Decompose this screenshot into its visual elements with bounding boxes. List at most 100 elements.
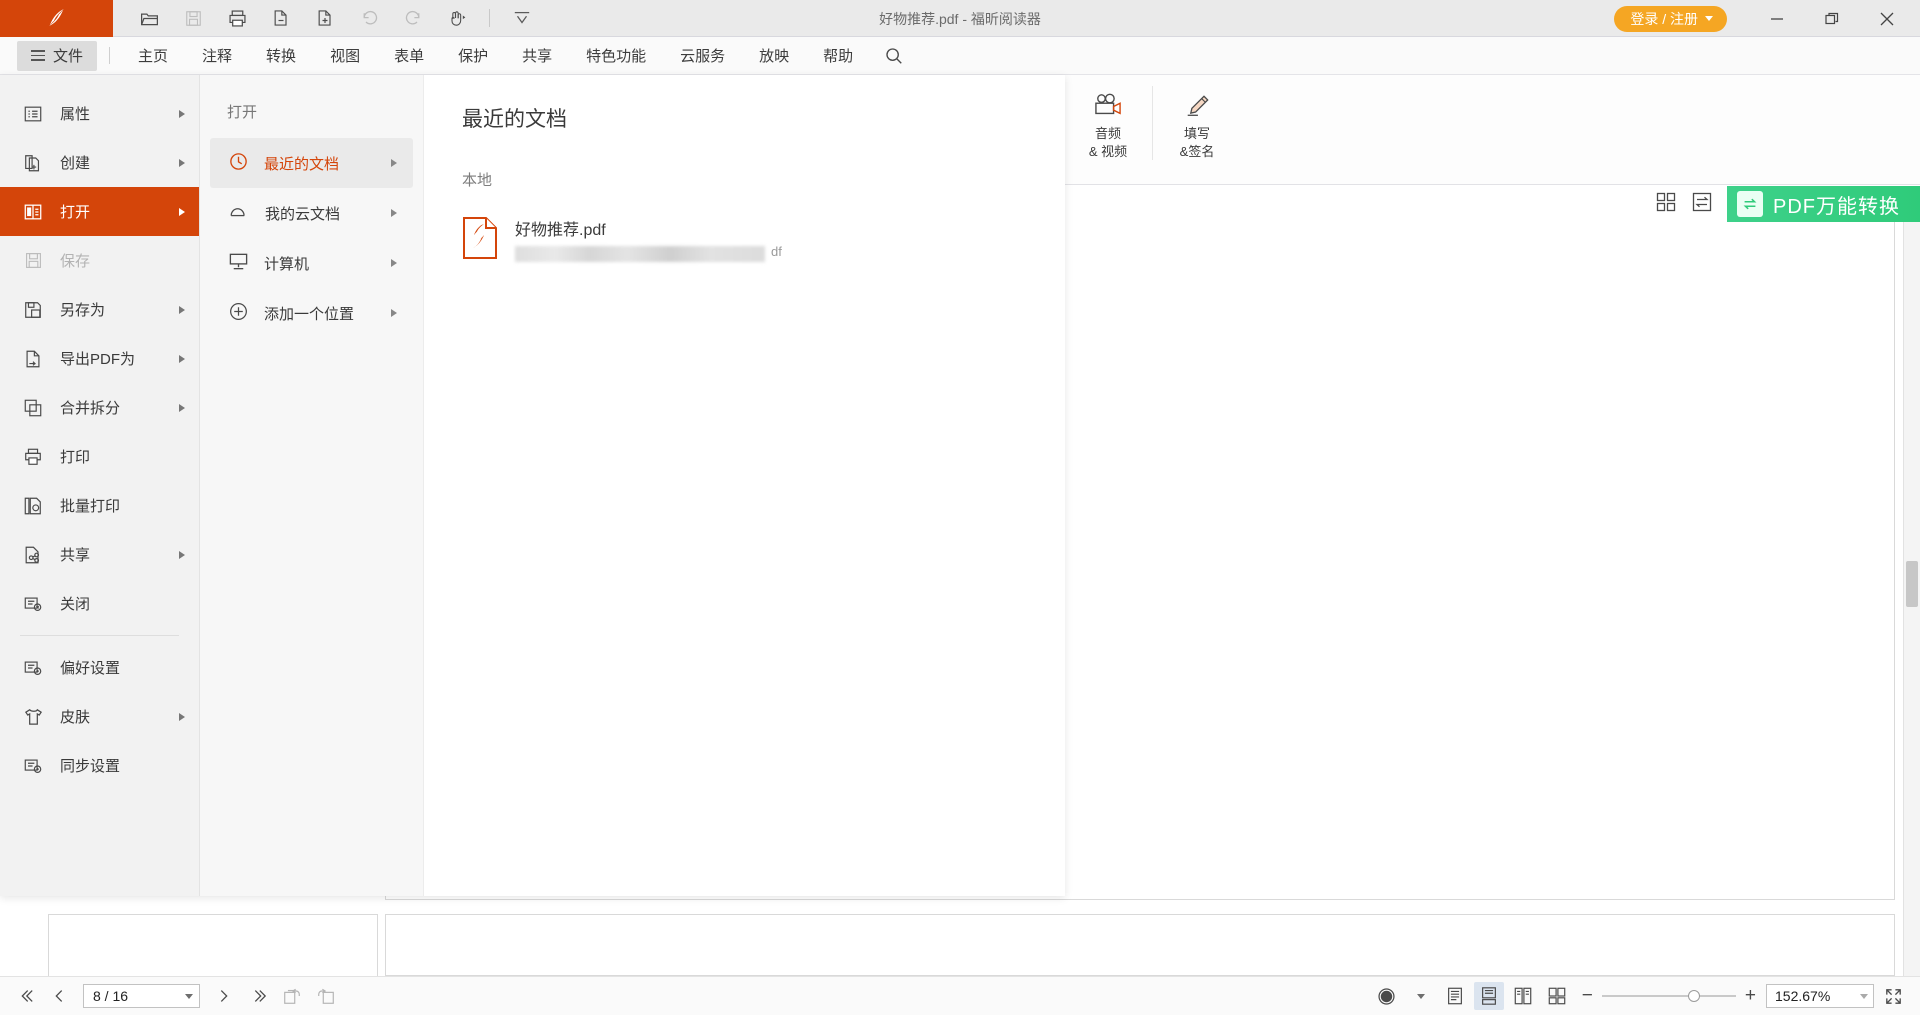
zoom-in-button[interactable]: + xyxy=(1745,985,1756,1007)
tab-share[interactable]: 共享 xyxy=(505,37,569,75)
open-source-label: 最近的文档 xyxy=(264,153,339,174)
tab-cloud[interactable]: 云服务 xyxy=(663,37,742,75)
recent-file-item[interactable]: 好物推荐.pdf df xyxy=(462,216,1065,262)
tab-convert[interactable]: 转换 xyxy=(249,37,313,75)
first-page-button[interactable] xyxy=(10,981,40,1011)
fullscreen-button[interactable] xyxy=(1878,982,1908,1010)
merge-split-icon xyxy=(22,397,44,419)
ribbon-divider xyxy=(1152,86,1153,160)
chevron-down-icon xyxy=(1705,16,1713,21)
hand-tool-icon[interactable] xyxy=(435,0,479,37)
backstage-item-create[interactable]: 创建 xyxy=(0,138,199,187)
previous-page-button[interactable] xyxy=(44,981,74,1011)
printer-icon xyxy=(22,446,44,468)
fill-sign-button[interactable]: 填写 &签名 xyxy=(1161,85,1233,161)
zoom-track[interactable] xyxy=(1602,995,1736,997)
tab-protect[interactable]: 保护 xyxy=(441,37,505,75)
recent-file-path-blurred xyxy=(515,246,765,262)
document-vertical-scrollbar[interactable] xyxy=(1903,186,1920,976)
pdf-file-icon xyxy=(462,216,498,260)
backstage-item-preferences[interactable]: 偏好设置 xyxy=(0,643,199,692)
ribbon-label-line1: 音频 xyxy=(1089,125,1127,143)
tab-slideshow[interactable]: 放映 xyxy=(742,37,806,75)
continuous-page-view-button[interactable] xyxy=(1474,982,1504,1010)
open-source-computer[interactable]: 计算机 xyxy=(210,238,413,288)
audio-video-button[interactable]: 音频 & 视频 xyxy=(1072,85,1144,161)
sync-icon xyxy=(22,755,44,777)
backstage-item-label: 皮肤 xyxy=(60,706,90,727)
search-icon[interactable] xyxy=(870,37,918,75)
backstage-item-save-as[interactable]: 另存为 xyxy=(0,285,199,334)
tab-home[interactable]: 主页 xyxy=(121,37,185,75)
maximize-button[interactable] xyxy=(1804,0,1859,37)
backstage-item-label: 偏好设置 xyxy=(60,657,120,678)
zoom-out-button[interactable]: − xyxy=(1582,985,1593,1007)
tab-view[interactable]: 视图 xyxy=(313,37,377,75)
backstage-item-merge-split[interactable]: 合并拆分 xyxy=(0,383,199,432)
convert-badge-icon xyxy=(1737,191,1763,217)
backstage-item-share[interactable]: 共享 xyxy=(0,530,199,579)
open-source-add-place[interactable]: 添加一个位置 xyxy=(210,288,413,338)
open-icon[interactable] xyxy=(127,0,171,37)
backstage-item-close[interactable]: 关闭 xyxy=(0,579,199,628)
login-register-button[interactable]: 登录 / 注册 xyxy=(1614,6,1727,32)
open-source-my-cloud[interactable]: 我的云文档 xyxy=(210,188,413,238)
backstage-item-sync-settings[interactable]: 同步设置 xyxy=(0,741,199,790)
recent-documents-heading: 最近的文档 xyxy=(462,103,1065,133)
tab-features[interactable]: 特色功能 xyxy=(569,37,663,75)
zoom-slider[interactable]: − + xyxy=(1582,985,1756,1007)
grid-view-icon[interactable] xyxy=(1655,191,1677,218)
window-controls: 登录 / 注册 xyxy=(1614,0,1920,37)
pdf-universal-convert-button[interactable]: PDF万能转换 xyxy=(1727,186,1920,222)
chevron-right-icon xyxy=(391,209,397,217)
single-page-view-button[interactable] xyxy=(1440,982,1470,1010)
remove-page-icon[interactable] xyxy=(259,0,303,37)
backstage-item-export-pdf[interactable]: 导出PDF为 xyxy=(0,334,199,383)
quick-access-toolbar[interactable] xyxy=(113,0,544,37)
zoom-knob[interactable] xyxy=(1688,990,1700,1002)
next-page-button[interactable] xyxy=(209,981,239,1011)
thumbnail-sliver[interactable] xyxy=(48,914,378,976)
add-page-icon[interactable] xyxy=(303,0,347,37)
last-page-button[interactable] xyxy=(243,981,273,1011)
fill-sign-label: 填写 &签名 xyxy=(1180,125,1215,161)
open-source-recent-documents[interactable]: 最近的文档 xyxy=(210,138,413,188)
toolbar-divider xyxy=(489,9,490,27)
backstage-item-batch-print[interactable]: 批量打印 xyxy=(0,481,199,530)
tab-comment[interactable]: 注释 xyxy=(185,37,249,75)
ribbon-label-line2: & 视频 xyxy=(1089,143,1127,161)
tab-file[interactable]: 文件 xyxy=(17,41,97,71)
page-number-input[interactable]: 8 / 16 xyxy=(83,984,200,1008)
backstage-item-open[interactable]: 打开 xyxy=(0,187,199,236)
chevron-down-icon[interactable] xyxy=(1860,994,1868,999)
file-backstage-menu: 属性 创建 打开 xyxy=(0,75,1065,896)
tab-help[interactable]: 帮助 xyxy=(806,37,870,75)
read-mode-caret[interactable] xyxy=(1406,982,1436,1010)
save-icon[interactable] xyxy=(171,0,215,37)
minimize-button[interactable] xyxy=(1749,0,1804,37)
chevron-down-icon[interactable] xyxy=(185,994,193,999)
ribbon-group-media: 音频 & 视频 填写 &签名 xyxy=(1072,85,1233,161)
read-mode-button[interactable] xyxy=(1372,982,1402,1010)
scrollbar-thumb[interactable] xyxy=(1906,561,1918,607)
two-page-continuous-view-button[interactable] xyxy=(1542,982,1572,1010)
video-camera-icon xyxy=(1091,93,1125,119)
zoom-level-input[interactable]: 152.67% xyxy=(1766,984,1874,1008)
rotate-left-button[interactable] xyxy=(277,981,307,1011)
convert-icon[interactable] xyxy=(1691,191,1713,218)
customize-toolbar-icon[interactable] xyxy=(500,0,544,37)
backstage-item-skin[interactable]: 皮肤 xyxy=(0,692,199,741)
backstage-item-label: 打开 xyxy=(60,201,90,222)
tab-label: 视图 xyxy=(330,45,360,66)
print-icon[interactable] xyxy=(215,0,259,37)
rotate-right-button[interactable] xyxy=(311,981,341,1011)
backstage-item-properties[interactable]: 属性 xyxy=(0,89,199,138)
backstage-item-label: 保存 xyxy=(60,250,90,271)
close-button[interactable] xyxy=(1859,0,1914,37)
open-book-icon xyxy=(22,201,44,223)
skin-icon xyxy=(22,706,44,728)
batch-print-icon xyxy=(22,495,44,517)
two-page-view-button[interactable] xyxy=(1508,982,1538,1010)
backstage-item-print[interactable]: 打印 xyxy=(0,432,199,481)
tab-form[interactable]: 表单 xyxy=(377,37,441,75)
